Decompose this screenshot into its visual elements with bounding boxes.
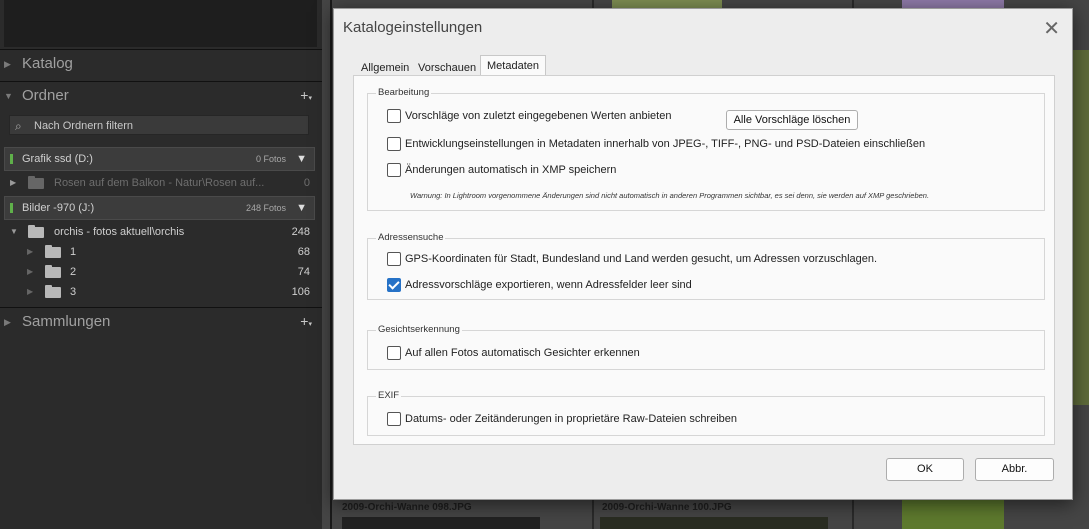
group-bearbeitung: Bearbeitung Vorschläge von zuletzt einge… <box>367 87 1045 211</box>
folder-row[interactable]: ▼ orchis - fotos aktuell\orchis 248 <box>0 222 322 242</box>
expand-arrow-icon[interactable]: ▶ <box>27 242 33 262</box>
search-icon: ⌕ <box>15 119 22 133</box>
section-sammlungen-label: Sammlungen <box>22 313 111 330</box>
volume-name: Grafik ssd (D:) <box>22 153 93 165</box>
tab-content-metadaten: Bearbeitung Vorschläge von zuletzt einge… <box>353 75 1055 445</box>
ok-button[interactable]: OK <box>886 458 964 481</box>
folder-count: 74 <box>297 266 310 278</box>
xmp-warning-text: Warnung: In Lightroom vorgenommene Änder… <box>410 191 930 200</box>
collapse-arrow-icon: ▼ <box>4 91 13 101</box>
checkbox-auto-xmp[interactable] <box>387 163 401 177</box>
dropdown-triangle-icon[interactable]: ▼ <box>296 197 307 219</box>
group-title: Gesichtserkennung <box>376 324 462 335</box>
expand-arrow-icon: ▶ <box>4 59 11 69</box>
folder-row[interactable]: ▶ 3 106 <box>0 282 322 302</box>
folder-name: Rosen auf dem Balkon - Natur\Rosen auf..… <box>54 177 265 189</box>
photo-filename: 2009-Orchi-Wanne 100.JPG <box>602 502 732 513</box>
left-panel: ▶ Katalog ▼ Ordner +▾ ⌕ Nach Ordnern fil… <box>0 0 322 529</box>
folder-row[interactable]: ▶ 1 68 <box>0 242 322 262</box>
close-icon[interactable]: ✕ <box>1043 16 1060 41</box>
photo-thumbnail[interactable] <box>902 500 1004 529</box>
photo-thumbnail[interactable] <box>600 517 828 529</box>
volume-count: 0 Fotos <box>255 154 286 164</box>
checkbox-suggestions[interactable] <box>387 109 401 123</box>
folder-icon <box>45 285 61 298</box>
group-adressensuche: Adressensuche GPS-Koordinaten für Stadt,… <box>367 232 1045 300</box>
folder-name: 2 <box>70 266 77 278</box>
navigator-preview <box>4 0 317 47</box>
add-folder-icon[interactable]: +▾ <box>300 81 312 113</box>
expand-arrow-icon[interactable]: ▶ <box>27 282 33 302</box>
folder-count: 0 <box>303 177 310 189</box>
collapse-arrow-icon[interactable]: ▼ <box>10 222 18 242</box>
volume-status-indicator <box>10 154 13 164</box>
photo-thumbnail[interactable] <box>612 0 722 8</box>
folder-icon <box>28 176 44 189</box>
folder-icon <box>45 245 61 258</box>
cancel-button[interactable]: Abbr. <box>975 458 1054 481</box>
checkbox-raw-date-write-label[interactable]: Datums- oder Zeitänderungen in proprietä… <box>405 413 737 425</box>
folder-icon <box>45 265 61 278</box>
volume-grafik-ssd[interactable]: Grafik ssd (D:) 0 Fotos ▼ <box>4 147 315 171</box>
dialog-title: Katalogeinstellungen <box>343 19 483 36</box>
dropdown-triangle-icon[interactable]: ▼ <box>296 148 307 170</box>
checkbox-export-address-label[interactable]: Adressvorschläge exportieren, wenn Adres… <box>405 279 692 291</box>
add-collection-icon[interactable]: +▾ <box>300 307 312 339</box>
section-katalog-label: Katalog <box>22 55 73 72</box>
folder-count: 106 <box>291 286 310 298</box>
group-title: EXIF <box>376 390 402 401</box>
folder-row[interactable]: ▶ Rosen auf dem Balkon - Natur\Rosen auf… <box>0 173 322 193</box>
checkbox-gps-lookup[interactable] <box>387 252 401 266</box>
section-katalog[interactable]: ▶ Katalog <box>0 49 322 77</box>
folder-count: 248 <box>291 226 310 238</box>
grid-divider <box>330 0 332 529</box>
checkbox-face-detection-label[interactable]: Auf allen Fotos automatisch Gesichter er… <box>405 347 640 359</box>
checkbox-export-address[interactable] <box>387 278 401 292</box>
photo-filename: 2009-Orchi-Wanne 098.JPG <box>342 502 472 513</box>
tab-metadaten[interactable]: Metadaten <box>480 55 546 77</box>
section-ordner-label: Ordner <box>22 87 69 104</box>
volume-count: 248 Fotos <box>245 203 286 213</box>
photo-thumbnail[interactable] <box>342 517 540 529</box>
group-gesichtserkennung: Gesichtserkennung Auf allen Fotos automa… <box>367 324 1045 370</box>
folder-icon <box>28 225 44 238</box>
checkbox-face-detection[interactable] <box>387 346 401 360</box>
folder-filter-input[interactable]: ⌕ Nach Ordnern filtern <box>9 115 309 135</box>
checkbox-suggestions-label[interactable]: Vorschläge von zuletzt eingegebenen Wert… <box>405 110 671 122</box>
checkbox-raw-date-write[interactable] <box>387 412 401 426</box>
clear-suggestions-button[interactable]: Alle Vorschläge löschen <box>726 110 858 130</box>
checkbox-gps-lookup-label[interactable]: GPS-Koordinaten für Stadt, Bundesland un… <box>405 253 877 265</box>
folder-row[interactable]: ▶ 2 74 <box>0 262 322 282</box>
expand-arrow-icon[interactable]: ▶ <box>10 173 16 193</box>
checkbox-include-dev-settings-label[interactable]: Entwicklungseinstellungen in Metadaten i… <box>405 138 925 150</box>
section-sammlungen[interactable]: ▶ Sammlungen +▾ <box>0 307 322 335</box>
volume-status-indicator <box>10 203 13 213</box>
folder-name: orchis - fotos aktuell\orchis <box>54 226 185 238</box>
volume-name: Bilder -970 (J:) <box>22 202 95 214</box>
expand-arrow-icon: ▶ <box>4 317 11 327</box>
photo-thumbnail[interactable] <box>902 0 1004 8</box>
folder-name: 1 <box>70 246 77 258</box>
folder-name: 3 <box>70 286 77 298</box>
checkbox-include-dev-settings[interactable] <box>387 137 401 151</box>
checkbox-auto-xmp-label[interactable]: Änderungen automatisch in XMP speichern <box>405 164 616 176</box>
catalog-settings-dialog: Katalogeinstellungen ✕ Allgemein Vorscha… <box>333 8 1073 500</box>
volume-bilder-970[interactable]: Bilder -970 (J:) 248 Fotos ▼ <box>4 196 315 220</box>
group-exif: EXIF Datums- oder Zeitänderungen in prop… <box>367 390 1045 436</box>
folder-filter-placeholder: Nach Ordnern filtern <box>34 120 134 132</box>
section-ordner[interactable]: ▼ Ordner +▾ <box>0 81 322 109</box>
folder-count: 68 <box>297 246 310 258</box>
group-title: Bearbeitung <box>376 87 432 98</box>
group-title: Adressensuche <box>376 232 446 243</box>
expand-arrow-icon[interactable]: ▶ <box>27 262 33 282</box>
